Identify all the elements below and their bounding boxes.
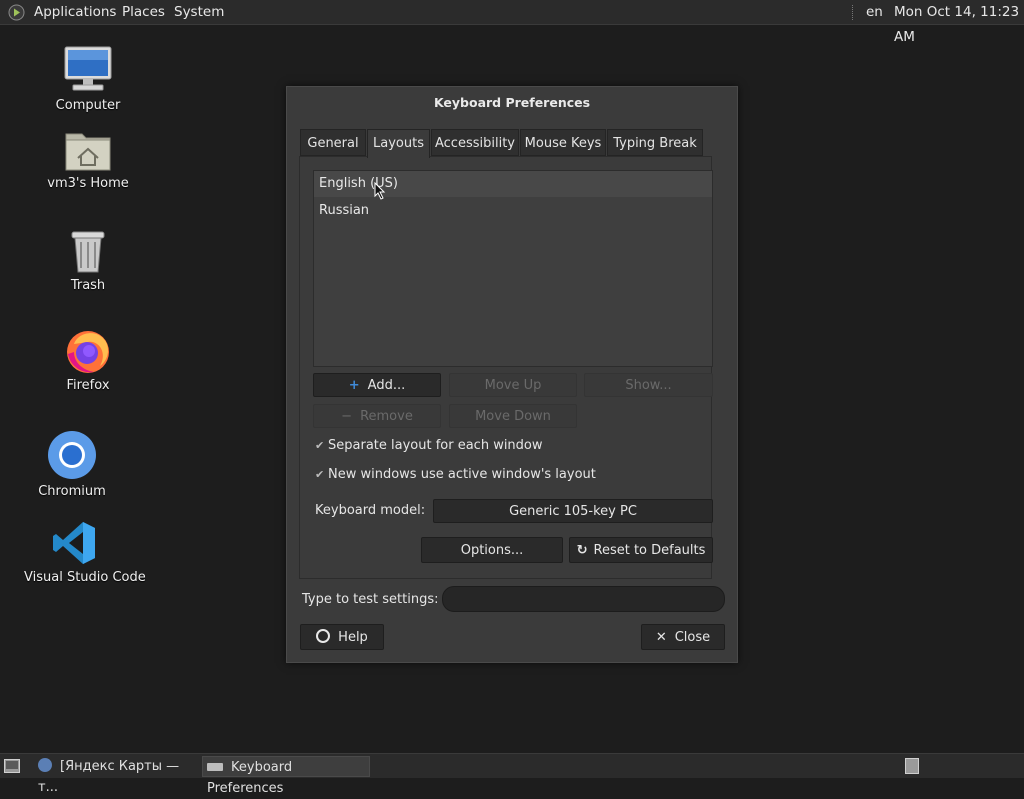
new-windows-checkbox[interactable]: ✔ New windows use active window's layout	[315, 465, 596, 485]
mouse-cursor-icon	[374, 181, 386, 204]
taskbar-item-browser[interactable]: [Яндекс Карты — т...	[34, 756, 198, 795]
test-settings-input[interactable]	[442, 586, 725, 612]
computer-icon	[63, 44, 113, 94]
refresh-icon: ↻	[576, 543, 588, 558]
keyboard-preferences-dialog: Keyboard Preferences General Layouts Acc…	[286, 86, 738, 663]
desktop-icon-label: Trash	[70, 278, 106, 293]
desktop-icon-trash[interactable]: Trash	[38, 228, 138, 293]
desktop-icon-firefox[interactable]: Firefox	[38, 326, 138, 393]
layouts-list[interactable]: English (US) Russian	[313, 170, 713, 367]
add-button[interactable]: + Add...	[313, 373, 441, 397]
new-windows-label: New windows use active window's layout	[328, 467, 596, 482]
desktop-icon-computer[interactable]: Computer	[38, 44, 138, 113]
minus-icon: −	[341, 409, 353, 424]
places-menu[interactable]: Places	[122, 0, 165, 25]
desktop-icon-label: Chromium	[38, 484, 106, 499]
applications-menu[interactable]: Applications	[34, 0, 116, 25]
test-settings-label: Type to test settings:	[302, 592, 439, 607]
desktop-icon-chromium[interactable]: Chromium	[22, 430, 122, 499]
close-button[interactable]: ✕ Close	[641, 624, 725, 650]
tab-typing-break[interactable]: Typing Break	[607, 129, 703, 156]
help-lifebuoy-icon	[316, 629, 331, 643]
desktop-icon-label: Visual Studio Code	[24, 570, 146, 585]
desktop-icon-label: Firefox	[66, 378, 110, 393]
tab-layouts[interactable]: Layouts	[367, 129, 430, 158]
taskbar-item-label: [Яндекс Карты — т...	[38, 759, 180, 795]
show-button[interactable]: Show...	[584, 373, 713, 397]
keyboard-indicator[interactable]: en	[866, 0, 883, 25]
plus-icon: +	[348, 378, 360, 393]
tab-mouse-keys[interactable]: Mouse Keys	[520, 129, 606, 156]
chromium-icon	[47, 430, 97, 480]
firefox-icon	[64, 326, 112, 374]
add-button-label: Add...	[367, 378, 406, 393]
options-button[interactable]: Options...	[421, 537, 563, 563]
move-up-button[interactable]: Move Up	[449, 373, 577, 397]
system-menu[interactable]: System	[174, 0, 224, 25]
help-button[interactable]: Help	[300, 624, 384, 650]
bottom-panel: [Яндекс Карты — т... Keyboard Preference…	[0, 753, 1024, 796]
check-icon: ✔	[315, 468, 325, 481]
workspace-switcher[interactable]	[905, 758, 919, 774]
desktop-icon-label: vm3's Home	[47, 176, 129, 191]
taskbar-item-keyboard-preferences[interactable]: Keyboard Preferences	[202, 756, 370, 796]
home-folder-icon	[64, 128, 112, 172]
reset-defaults-button[interactable]: ↻ Reset to Defaults	[569, 537, 713, 563]
tab-general[interactable]: General	[300, 129, 366, 156]
check-icon: ✔	[315, 439, 325, 452]
tab-accessibility[interactable]: Accessibility	[431, 129, 519, 156]
keyboard-model-label: Keyboard model:	[315, 503, 426, 518]
browser-icon	[38, 758, 52, 772]
separate-layout-checkbox[interactable]: ✔ Separate layout for each window	[315, 436, 543, 456]
close-label: Close	[674, 630, 711, 645]
gnome-foot-icon[interactable]	[8, 4, 25, 21]
panel-separator	[852, 5, 853, 20]
desktop-icon-label: Computer	[55, 98, 121, 113]
trash-icon	[68, 228, 108, 274]
desktop-icon-home[interactable]: vm3's Home	[38, 128, 138, 191]
move-down-button[interactable]: Move Down	[449, 404, 577, 428]
remove-button[interactable]: − Remove	[313, 404, 441, 428]
vscode-icon	[51, 520, 97, 566]
show-desktop-icon[interactable]	[4, 759, 20, 773]
help-label: Help	[338, 630, 368, 645]
close-icon: ✕	[655, 630, 667, 645]
top-panel: Applications Places System en Mon Oct 14…	[0, 0, 1024, 45]
clock[interactable]: Mon Oct 14, 11:23 AM	[894, 0, 1024, 45]
remove-button-label: Remove	[360, 409, 413, 424]
keyboard-icon	[207, 763, 223, 771]
reset-defaults-label: Reset to Defaults	[593, 543, 706, 558]
dialog-title: Keyboard Preferences	[433, 95, 591, 110]
desktop-icon-vscode[interactable]: Visual Studio Code	[24, 520, 146, 585]
separate-layout-label: Separate layout for each window	[328, 438, 543, 453]
keyboard-model-button[interactable]: Generic 105-key PC	[433, 499, 713, 523]
